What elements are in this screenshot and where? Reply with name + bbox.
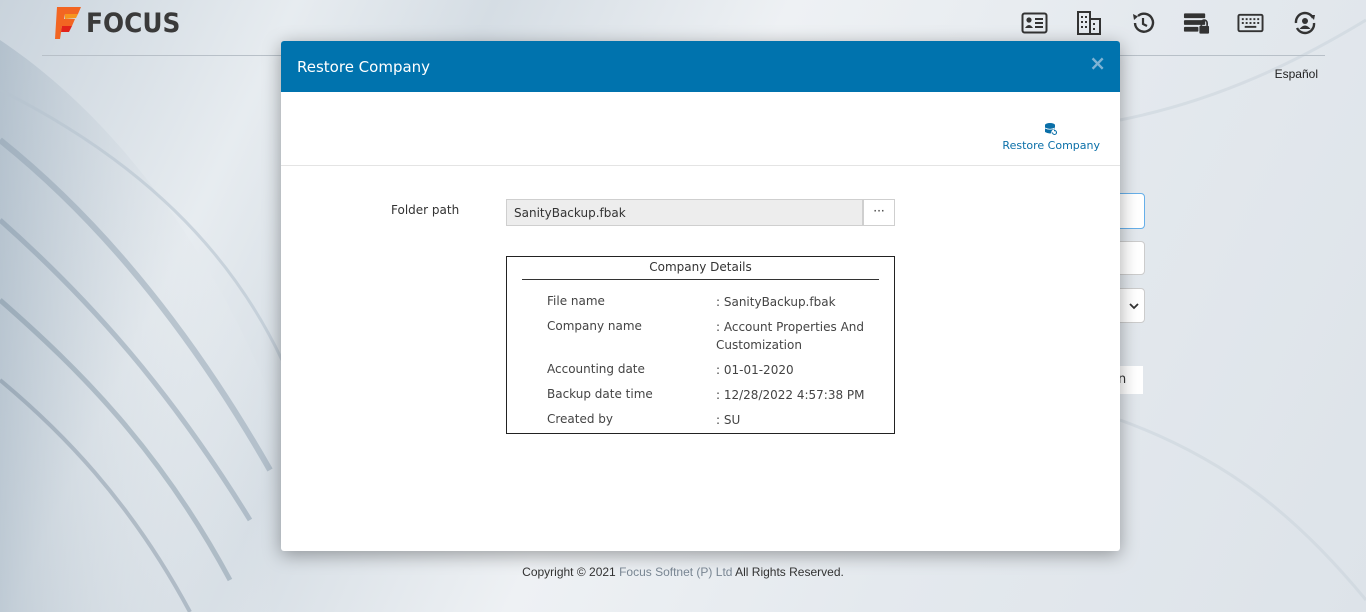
chevron-down-icon [1129,303,1139,310]
dialog-header: Restore Company × [281,41,1120,92]
detail-label-created-by: Created by [547,412,614,426]
server-lock-icon[interactable] [1183,8,1210,38]
detail-value-company-name: : Account Properties And Customization [716,320,865,352]
restore-company-button[interactable]: Restore Company [1002,122,1100,152]
keyboard-icon[interactable] [1237,8,1264,38]
detail-label-accounting-date: Accounting date [547,362,645,376]
company-details-title: Company Details [522,257,879,280]
focus-logo: FOCUS [54,5,189,41]
detail-value-created-by: : SU [716,413,741,427]
focus-logo-mark-icon [55,7,81,39]
dialog-toolbar: Restore Company [281,92,1120,166]
copyright-prefix: Copyright © 2021 [522,565,620,579]
restore-company-label: Restore Company [1002,139,1100,152]
language-link[interactable]: Español [1275,67,1318,81]
detail-label-company-name: Company name [547,319,642,333]
folder-path-label: Folder path [391,203,460,217]
restore-company-dialog: Restore Company × Restore Company Folder… [281,41,1120,551]
detail-label-backup-date-time: Backup date time [547,387,653,401]
history-icon[interactable] [1129,8,1156,38]
detail-label-file-name: File name [547,294,605,308]
building-icon[interactable] [1075,8,1102,38]
header-toolbar [1021,8,1318,38]
detail-value-backup-date-time: : 12/28/2022 4:57:38 PM [716,388,865,402]
detail-value-accounting-date: : 01-01-2020 [716,363,794,377]
logo-text: FOCUS [86,7,181,39]
database-restore-icon [1045,123,1058,136]
dialog-title: Restore Company [297,58,431,76]
detail-value-file-name: : SanityBackup.fbak [716,295,836,309]
copyright-suffix: All Rights Reserved. [732,565,844,579]
copyright-footer: Copyright © 2021 Focus Softnet (P) Ltd A… [0,565,1366,579]
contact-card-icon[interactable] [1021,8,1048,38]
close-button[interactable]: × [1089,51,1106,75]
company-details-panel: Company Details File name : SanityBackup… [506,256,895,434]
brand-link[interactable]: Focus Softnet (P) Ltd [619,565,732,579]
browse-button[interactable]: ··· [863,199,895,226]
folder-path-input[interactable]: SanityBackup.fbak [506,199,863,226]
user-sync-icon[interactable] [1291,8,1318,38]
